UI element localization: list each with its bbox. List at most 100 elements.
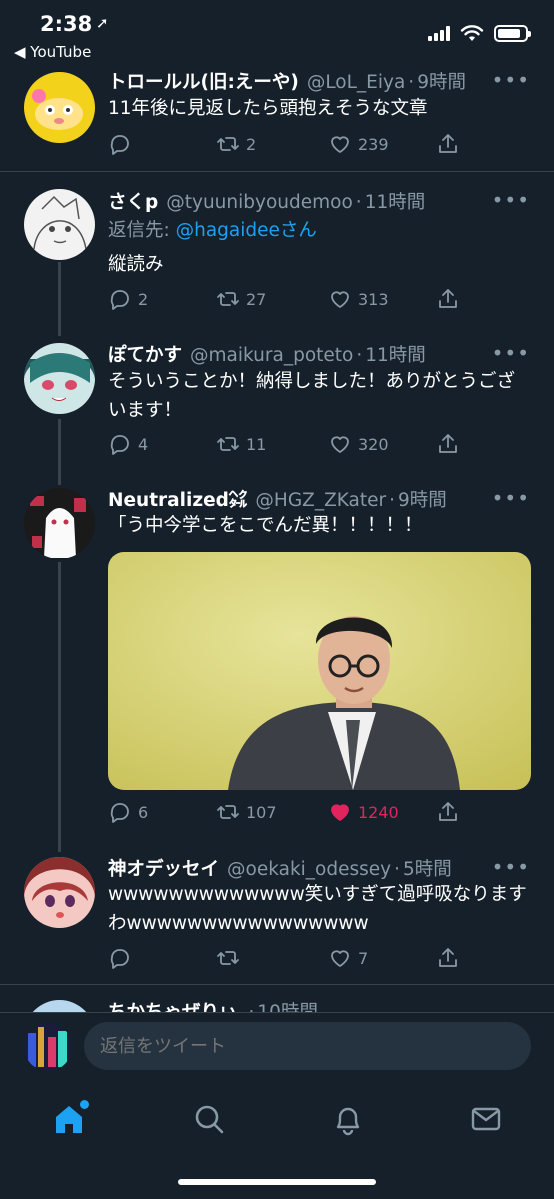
more-options-icon[interactable]: ••• <box>492 855 530 879</box>
cellular-signal-icon <box>428 25 450 41</box>
share-button[interactable] <box>436 946 460 970</box>
share-icon <box>439 134 457 153</box>
heart-filled-icon <box>331 804 349 821</box>
tweet-header: Neutralized㌶ @HGZ_ZKater · 9時間 <box>108 486 534 512</box>
retweet-icon <box>217 805 239 819</box>
more-options-icon[interactable]: ••• <box>492 486 530 510</box>
tab-search[interactable] <box>192 1102 226 1136</box>
back-to-app-link[interactable]: ◀ YouTube <box>14 43 91 61</box>
battery-icon <box>494 24 531 42</box>
avatar[interactable] <box>24 189 95 260</box>
like-button[interactable]: 7 <box>328 946 368 970</box>
retweet-button[interactable] <box>216 946 246 970</box>
tweet-header: 神オデッセイ @oekaki_odessey · 5時間 <box>108 855 534 881</box>
like-button[interactable]: 239 <box>328 132 389 156</box>
mention-suffix: さん <box>279 220 317 241</box>
reply-icon <box>110 135 129 155</box>
envelope-icon <box>471 1107 501 1131</box>
retweet-button[interactable]: 107 <box>216 800 277 824</box>
share-button[interactable] <box>436 432 460 456</box>
more-options-icon[interactable]: ••• <box>492 341 530 365</box>
reply-button[interactable]: 2 <box>108 287 148 311</box>
more-options-icon[interactable]: ••• <box>492 188 530 212</box>
avatar[interactable] <box>24 857 95 928</box>
tweet-text: そういうことか！納得しました！ありがとうございます！ <box>108 371 516 421</box>
display-name[interactable]: ぽてかす <box>108 341 182 367</box>
status-bar: 2:38 ➚ ◀ YouTube <box>0 0 554 66</box>
replying-to-label: 返信先: <box>108 220 176 241</box>
share-button[interactable] <box>436 287 460 311</box>
bell-icon <box>336 1107 360 1136</box>
share-button[interactable] <box>436 132 460 156</box>
avatar[interactable] <box>24 343 95 414</box>
user-handle[interactable]: @tyuunibyoudemoo <box>166 192 353 213</box>
retweet-button[interactable]: 2 <box>216 132 256 156</box>
tweet-feed[interactable]: トロールル(旧:えーや) @LoL_Eiya · 9時間 ••• 11年後に見返… <box>0 0 554 1012</box>
timestamp[interactable]: 9時間 <box>417 68 466 94</box>
retweet-icon <box>217 437 239 451</box>
tweet-actions: 2 27 313 <box>108 287 468 317</box>
my-avatar[interactable] <box>24 1023 72 1071</box>
reply-button[interactable]: 6 <box>108 800 148 824</box>
separator-dot: · <box>389 490 396 511</box>
reply-button[interactable] <box>108 132 138 156</box>
reply-icon <box>110 949 129 969</box>
home-indicator <box>178 1179 376 1185</box>
display-name[interactable]: 神オデッセイ <box>108 855 219 881</box>
user-handle[interactable]: @oekaki_odessey <box>227 859 391 880</box>
user-handle[interactable]: @LoL_Eiya <box>307 72 405 93</box>
retweet-icon <box>217 292 239 306</box>
like-button[interactable]: 313 <box>328 287 389 311</box>
status-icons <box>428 24 531 42</box>
heart-icon <box>331 950 349 967</box>
tweet-text: 11年後に見返したら頭抱えそうな文章 <box>108 98 428 119</box>
tab-messages[interactable] <box>469 1102 503 1136</box>
avatar[interactable] <box>24 1000 95 1012</box>
user-handle[interactable]: @HGZ_ZKater <box>255 490 386 511</box>
tab-home[interactable] <box>52 1100 89 1136</box>
share-icon <box>439 289 457 308</box>
mention-link[interactable]: @hagaidee <box>176 220 280 241</box>
timestamp[interactable]: 11時間 <box>365 341 426 367</box>
tab-notifications[interactable] <box>331 1102 365 1136</box>
tweet-media-image[interactable] <box>108 552 531 790</box>
bottom-tab-bar <box>0 1080 554 1199</box>
timestamp[interactable]: 5時間 <box>403 855 452 881</box>
separator-dot: · <box>394 859 400 880</box>
reply-input[interactable] <box>84 1022 531 1070</box>
reply-count: 4 <box>138 434 149 454</box>
avatar[interactable] <box>24 488 95 559</box>
reply-icon <box>110 290 129 310</box>
like-count: 7 <box>358 948 369 968</box>
user-handle[interactable]: @maikura_poteto <box>190 345 353 366</box>
retweet-button[interactable]: 11 <box>216 432 266 456</box>
timestamp[interactable]: 11時間 <box>365 188 426 214</box>
timestamp[interactable]: 9時間 <box>398 486 447 512</box>
like-button-active[interactable]: 1240 <box>328 800 399 824</box>
replying-to: 返信先: @hagaideeさん <box>108 216 317 242</box>
display-name[interactable]: ちかちゃぜりぃ <box>108 998 238 1012</box>
separator-dot: · <box>355 192 362 213</box>
retweet-count: 11 <box>246 434 267 454</box>
thread-line <box>58 419 61 485</box>
retweet-button[interactable]: 27 <box>216 287 266 311</box>
tweet-actions: 7 <box>108 946 468 976</box>
retweet-icon <box>217 951 239 965</box>
tweet-header: トロールル(旧:えーや) @LoL_Eiya · 9時間 <box>108 68 534 94</box>
retweet-count: 2 <box>246 134 257 154</box>
like-button[interactable]: 320 <box>328 432 389 456</box>
reply-button[interactable] <box>108 946 138 970</box>
share-button[interactable] <box>436 800 460 824</box>
display-name[interactable]: さくp <box>108 188 158 214</box>
display-name[interactable]: トロールル(旧:えーや) <box>108 68 299 94</box>
tweet-header: さくp @tyuunibyoudemoo · 11時間 <box>108 188 534 214</box>
display-name[interactable]: Neutralized㌶ <box>108 486 247 512</box>
reply-button[interactable]: 4 <box>108 432 148 456</box>
like-count: 320 <box>358 434 389 454</box>
share-icon <box>439 802 457 821</box>
thread-line <box>58 562 61 852</box>
timestamp[interactable]: 10時間 <box>257 998 318 1012</box>
tweet-text: 縦読み <box>108 254 164 275</box>
more-options-icon[interactable]: ••• <box>492 68 530 92</box>
avatar[interactable] <box>24 72 95 143</box>
